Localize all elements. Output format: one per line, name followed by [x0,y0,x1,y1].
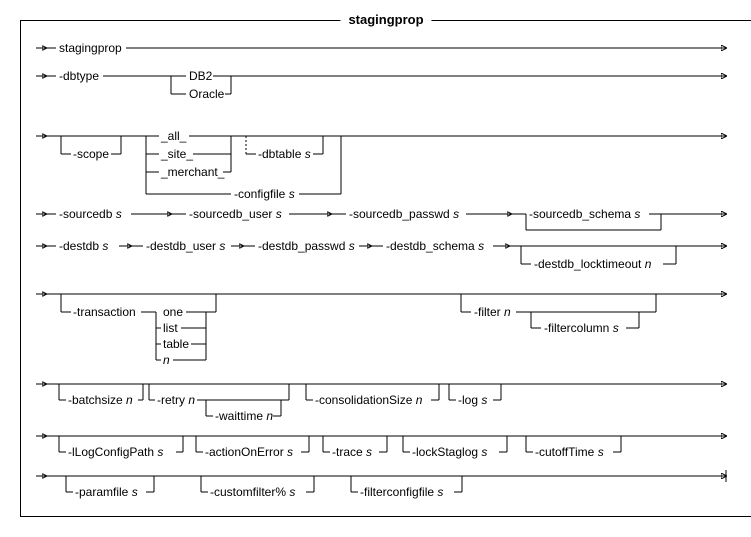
flag-waittime: -waittime n [215,409,273,423]
flag-actiononerror: -actionOnError s [205,445,293,459]
flag-filtercolumn: -filtercolumn s [544,321,619,335]
flag-destdb: -destdb s [59,239,108,253]
row-sourcedb: -sourcedb s -sourcedb_user s -sourcedb_p… [36,207,726,230]
flag-batchsize: -batchsize n [68,393,133,407]
row-transaction-filter: -transaction one list table n -filter n … [36,294,726,367]
row-logconfig: -lLogConfigPath s -actionOnError s -trac… [36,436,726,459]
flag-sourcedb-user: -sourcedb_user s [189,207,282,221]
flag-dbtype: -dbtype [59,69,99,83]
flag-filter: -filter n [474,305,511,319]
flag-log: -log s [458,393,487,407]
flag-destdb-user: -destdb_user s [146,239,225,253]
railroad-svg: text { font-family: Arial, sans-serif; f… [31,36,731,506]
opt-db2: DB2 [189,69,213,83]
flag-llogconfigpath: -lLogConfigPath s [68,445,163,459]
opt-one: one [163,305,183,319]
row-batch: -batchsize n -retry n -waittime n -conso… [36,384,726,423]
opt-oracle: Oracle [189,87,225,101]
flag-transaction: -transaction [73,305,136,319]
opt-n: n [163,353,170,367]
flag-paramfile: -paramfile s [75,485,138,499]
row-command: stagingprop [36,41,726,55]
opt-merchant: _merchant_ [160,165,225,179]
flag-dbtable: -dbtable s [258,147,311,161]
opt-list: list [163,321,178,335]
flag-cutofftime: -cutoffTime s [535,445,604,459]
syntax-diagram: stagingprop text { font-family: Arial, s… [20,20,751,517]
row-scope: -scope _all_ _site_ _merchant_ -dbtable … [36,129,726,201]
flag-trace: -trace s [332,445,372,459]
opt-table: table [163,337,189,351]
flag-scope: -scope [73,147,109,161]
flag-retry: -retry n [157,393,195,407]
flag-sourcedb-passwd: -sourcedb_passwd s [349,207,459,221]
flag-lockstaglog: -lockStaglog s [412,445,487,459]
diagram-title: stagingprop [340,12,431,27]
row-destdb: -destdb s -destdb_user s -destdb_passwd … [36,239,726,271]
flag-sourcedb: -sourcedb s [59,207,122,221]
flag-destdb-schema: -destdb_schema s [386,239,484,253]
opt-all: _all_ [160,129,187,143]
flag-customfilter: -customfilter% s [210,485,295,499]
flag-consolidation: -consolidationSize n [315,393,423,407]
row-dbtype: -dbtype DB2 Oracle [36,69,726,101]
flag-destdb-locktimeout: -destdb_locktimeout n [534,257,652,271]
cmd-token: stagingprop [59,41,122,55]
opt-site: _site_ [160,147,193,161]
flag-filterconfigfile: -filterconfigfile s [360,485,443,499]
flag-configfile: -configfile s [234,187,295,201]
flag-destdb-passwd: -destdb_passwd s [258,239,355,253]
row-paramfile: -paramfile s -customfilter% s -filtercon… [36,470,726,499]
flag-sourcedb-schema: -sourcedb_schema s [529,207,640,221]
